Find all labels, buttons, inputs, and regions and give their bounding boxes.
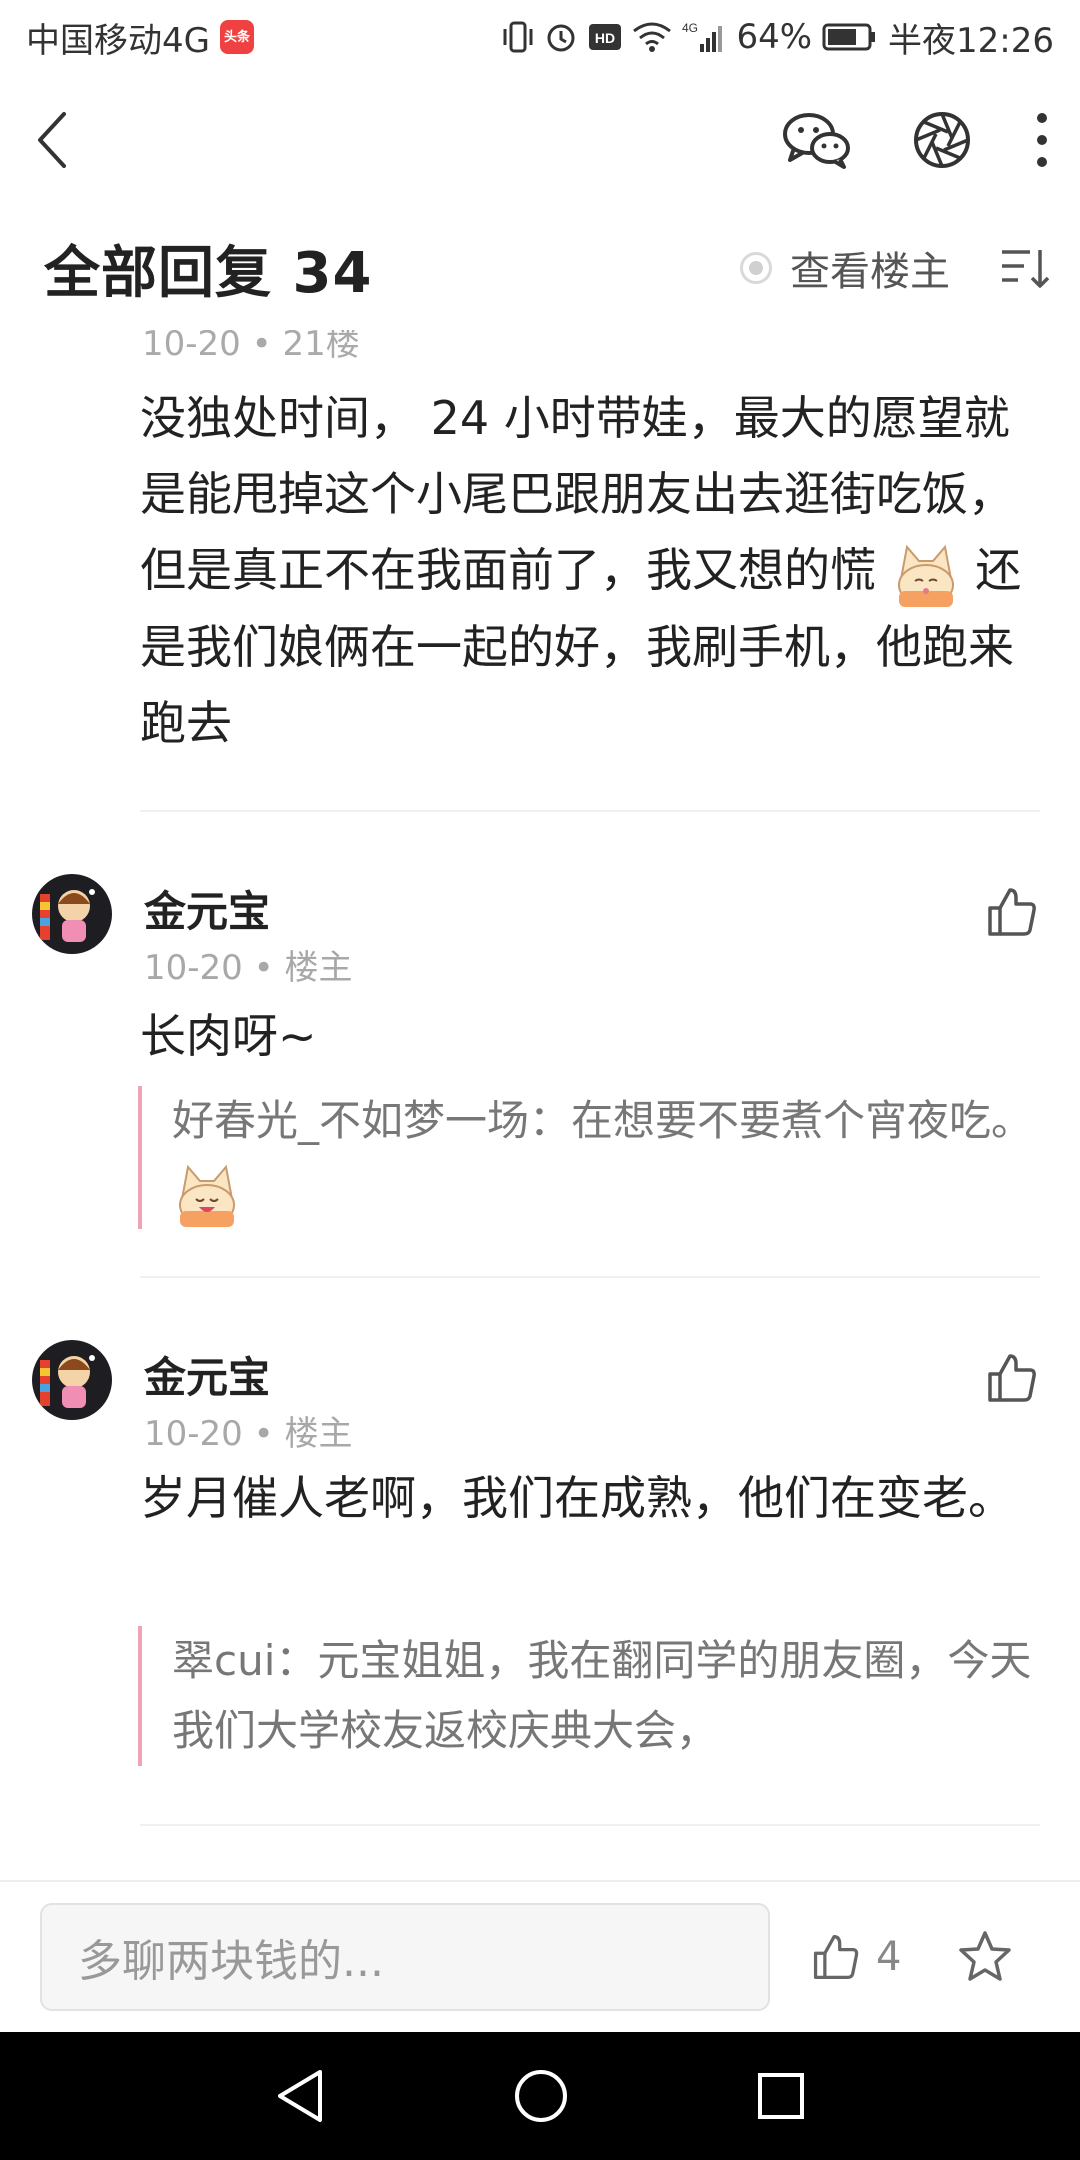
- system-home-button[interactable]: [513, 2068, 569, 2124]
- shy-emoji-icon: [897, 544, 954, 607]
- more-button[interactable]: [1032, 110, 1052, 170]
- comment-text: 长肉呀~: [140, 1009, 317, 1063]
- square-recent-icon: [758, 2073, 805, 2119]
- divider: [140, 810, 1040, 812]
- system-nav-bar: [0, 2032, 1080, 2160]
- comment-input[interactable]: 多聊两块钱的...: [40, 1903, 770, 2011]
- vibrate-icon: [502, 20, 534, 54]
- toutiao-badge-icon: 头条: [219, 20, 254, 54]
- author-name[interactable]: 金元宝: [144, 1344, 270, 1405]
- thumbs-up-icon: [813, 1934, 859, 1980]
- comment-screen: 中国移动4G 头条 HD 4G 64% 半夜12:26 全部回复 34 查看楼主…: [0, 0, 1080, 2160]
- star-icon: [959, 1931, 1012, 1981]
- laughing-emoji-icon: [179, 1164, 235, 1227]
- like-button[interactable]: [984, 1350, 1040, 1406]
- thumbs-up-icon: [988, 888, 1036, 936]
- comment-text: 岁月催人老啊，我们在成熟，他们在变老。: [140, 1471, 1014, 1525]
- comment-meta: 10-20 • 楼主: [144, 1414, 353, 1454]
- article-like-button[interactable]: 4: [810, 1931, 901, 1983]
- view-op-label: 查看楼主: [790, 249, 950, 295]
- comment-meta: 10-20 • 楼主: [144, 948, 353, 988]
- system-recent-button[interactable]: [756, 2071, 806, 2121]
- svg-text:4G: 4G: [682, 21, 698, 35]
- avatar[interactable]: [32, 874, 112, 954]
- aperture-icon: [914, 112, 970, 168]
- signal-icon: 4G: [682, 20, 726, 54]
- avatar[interactable]: [32, 1340, 112, 1420]
- top-nav: [0, 74, 1080, 206]
- battery-icon: [822, 22, 878, 52]
- radio-icon: [740, 252, 772, 284]
- wechat-icon: [783, 113, 850, 169]
- sort-icon: [1002, 250, 1050, 288]
- replies-title: 全部回复 34: [44, 240, 373, 306]
- avatar-girl-icon: [40, 889, 95, 942]
- share-moments-button[interactable]: [912, 110, 972, 170]
- svg-text:HD: HD: [595, 30, 615, 46]
- clock: 半夜12:26: [888, 20, 1054, 61]
- carrier-label: 中国移动4G: [26, 20, 210, 61]
- quote-text: 在想要不要煮个宵夜吃。: [571, 1096, 1034, 1145]
- circle-home-icon: [514, 2070, 567, 2122]
- back-button[interactable]: [32, 110, 72, 170]
- quote-author: 好春光_不如梦一场：: [172, 1096, 572, 1145]
- bottom-bar: 多聊两块钱的... 4: [0, 1880, 1080, 2032]
- battery-percent: 64%: [736, 17, 813, 57]
- replies-header: 全部回复 34 查看楼主: [0, 206, 1080, 330]
- thumbs-up-icon: [988, 1354, 1036, 1402]
- quoted-reply[interactable]: 翠cui：元宝姐姐，我在翻同学的朋友圈，今天我们大学校友返校庆典大会，: [138, 1626, 1038, 1766]
- hd-icon: HD: [588, 23, 622, 51]
- divider: [140, 1276, 1040, 1278]
- author-name[interactable]: 金元宝: [144, 878, 270, 939]
- triangle-back-icon: [277, 2070, 322, 2122]
- view-op-toggle[interactable]: 查看楼主: [740, 239, 950, 297]
- like-count: 4: [876, 1934, 902, 1980]
- comment-text: 没独处时间， 24 小时带娃，最大的愿望就是能甩掉这个小尾巴跟朋友出去逛街吃饭，…: [140, 391, 1022, 750]
- wifi-icon: [632, 21, 672, 53]
- favorite-button[interactable]: [957, 1929, 1013, 1985]
- quote-author: 翠cui：: [172, 1636, 318, 1685]
- alarm-icon: [544, 20, 578, 54]
- chevron-left-icon: [38, 112, 66, 168]
- more-vertical-icon: [1037, 113, 1047, 167]
- system-back-button[interactable]: [274, 2068, 326, 2124]
- status-bar: 中国移动4G 头条 HD 4G 64% 半夜12:26: [0, 0, 1080, 74]
- comment-list: 10-20 • 21楼 没独处时间， 24 小时带娃，最大的愿望就是能甩掉这个小…: [0, 300, 1080, 1880]
- quoted-reply[interactable]: 好春光_不如梦一场：在想要不要煮个宵夜吃。: [138, 1086, 1038, 1229]
- sort-button[interactable]: [1000, 246, 1050, 290]
- share-wechat-button[interactable]: [782, 110, 852, 170]
- avatar-girl-icon: [40, 1355, 95, 1408]
- divider: [140, 1824, 1040, 1826]
- like-button[interactable]: [984, 884, 1040, 940]
